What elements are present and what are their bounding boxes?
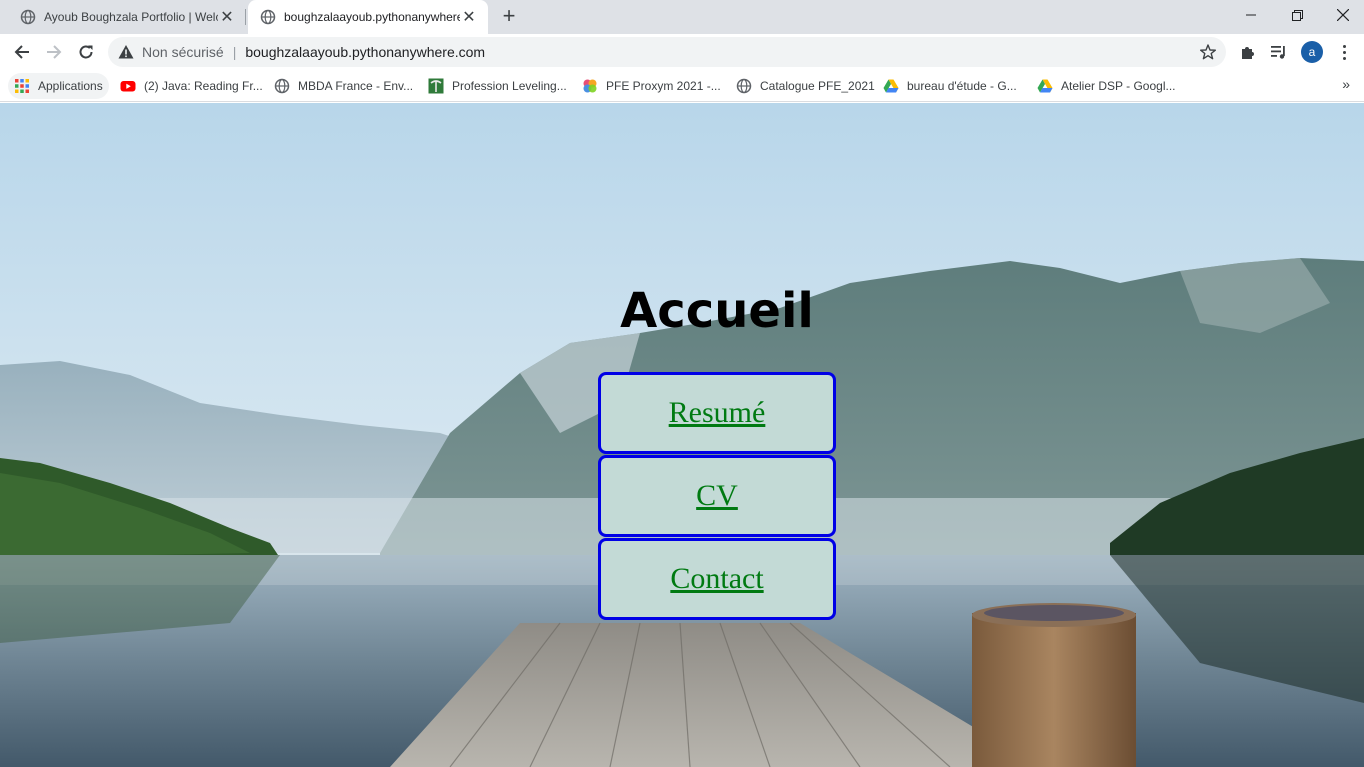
forward-button[interactable]	[40, 38, 68, 66]
colorful-flower-icon	[583, 79, 597, 93]
bookmark-catalogue-pfe[interactable]: Catalogue PFE_2021	[736, 73, 875, 99]
minimize-icon	[1246, 14, 1256, 16]
tab-strip: Ayoub Boughzala Portfolio | Welc ✕ bough…	[0, 0, 1364, 34]
bookmark-label: Profession Leveling...	[452, 79, 567, 93]
bookmark-label: (2) Java: Reading Fr...	[144, 79, 263, 93]
bookmark-atelier-dsp[interactable]: Atelier DSP - Googl...	[1037, 73, 1176, 99]
globe-icon	[274, 78, 290, 94]
apps-grid-icon	[15, 79, 29, 93]
youtube-icon	[120, 81, 136, 92]
close-tab-icon[interactable]: ✕	[460, 8, 478, 26]
url-text[interactable]: boughzalaayoub.pythonanywhere.com	[245, 44, 485, 60]
globe-icon	[20, 9, 36, 25]
contact-link[interactable]: Contact	[598, 538, 836, 620]
tab-title: boughzalaayoub.pythonanywhere	[284, 10, 460, 24]
minimize-button[interactable]	[1228, 0, 1274, 30]
address-separator: |	[232, 44, 237, 60]
resume-link[interactable]: Resumé	[598, 372, 836, 454]
security-status[interactable]: Non sécurisé	[142, 44, 224, 60]
page-viewport: Accueil Resumé CV Contact	[0, 103, 1364, 767]
bookmarks-overflow-button[interactable]: »	[1342, 76, 1350, 92]
bookmark-label: bureau d'étude - G...	[907, 79, 1017, 93]
bookmark-label: Atelier DSP - Googl...	[1061, 79, 1176, 93]
bookmark-star-icon[interactable]	[1200, 44, 1216, 60]
tab-pythonanywhere[interactable]: boughzalaayoub.pythonanywhere ✕	[248, 0, 488, 34]
close-icon	[1337, 9, 1349, 21]
bookmark-applications[interactable]: Applications	[8, 73, 109, 99]
close-window-button[interactable]	[1320, 0, 1364, 30]
back-button[interactable]	[8, 38, 36, 66]
pickaxe-icon	[428, 78, 444, 94]
cv-link[interactable]: CV	[598, 455, 836, 537]
tab-title: Ayoub Boughzala Portfolio | Welc	[44, 10, 218, 24]
bookmark-label: PFE Proxym 2021 -...	[606, 79, 721, 93]
warning-triangle-icon[interactable]	[118, 44, 134, 60]
bookmarks-bar: Applications (2) Java: Reading Fr... MBD…	[0, 70, 1364, 102]
bookmark-profession-leveling[interactable]: Profession Leveling...	[428, 73, 567, 99]
arrow-left-icon	[14, 45, 29, 59]
reload-icon	[79, 45, 93, 59]
bookmark-label: Applications	[38, 79, 103, 93]
bookmark-bureau-etude[interactable]: bureau d'étude - G...	[883, 73, 1017, 99]
new-tab-button[interactable]: +	[497, 5, 521, 29]
bookmark-mbda-france[interactable]: MBDA France - Env...	[274, 73, 413, 99]
bookmark-label: MBDA France - Env...	[298, 79, 414, 93]
page-title: Accueil	[620, 283, 814, 339]
menu-icon[interactable]	[1336, 42, 1352, 62]
reload-button[interactable]	[72, 38, 100, 66]
arrow-right-icon	[47, 45, 62, 59]
media-control-button[interactable]	[1269, 42, 1289, 62]
puzzle-icon	[1242, 47, 1254, 59]
globe-icon	[260, 9, 276, 25]
extensions-button[interactable]	[1238, 42, 1258, 62]
restore-icon	[1291, 9, 1303, 21]
browser-toolbar: Non sécurisé | boughzalaayoub.pythonanyw…	[0, 34, 1364, 70]
globe-icon	[736, 78, 752, 94]
playlist-icon	[1271, 46, 1285, 59]
close-tab-icon[interactable]: ✕	[218, 8, 236, 26]
bookmark-pfe-proxym[interactable]: PFE Proxym 2021 -...	[582, 73, 721, 99]
bookmark-java-reading[interactable]: (2) Java: Reading Fr...	[120, 73, 263, 99]
google-drive-icon	[883, 79, 899, 93]
restore-button[interactable]	[1274, 0, 1320, 30]
profile-avatar[interactable]: a	[1301, 41, 1323, 63]
google-drive-icon	[1037, 79, 1053, 93]
bookmark-label: Catalogue PFE_2021	[760, 79, 875, 93]
tab-portfolio[interactable]: Ayoub Boughzala Portfolio | Welc ✕	[8, 0, 246, 34]
address-bar[interactable]: Non sécurisé | boughzalaayoub.pythonanyw…	[108, 37, 1226, 67]
